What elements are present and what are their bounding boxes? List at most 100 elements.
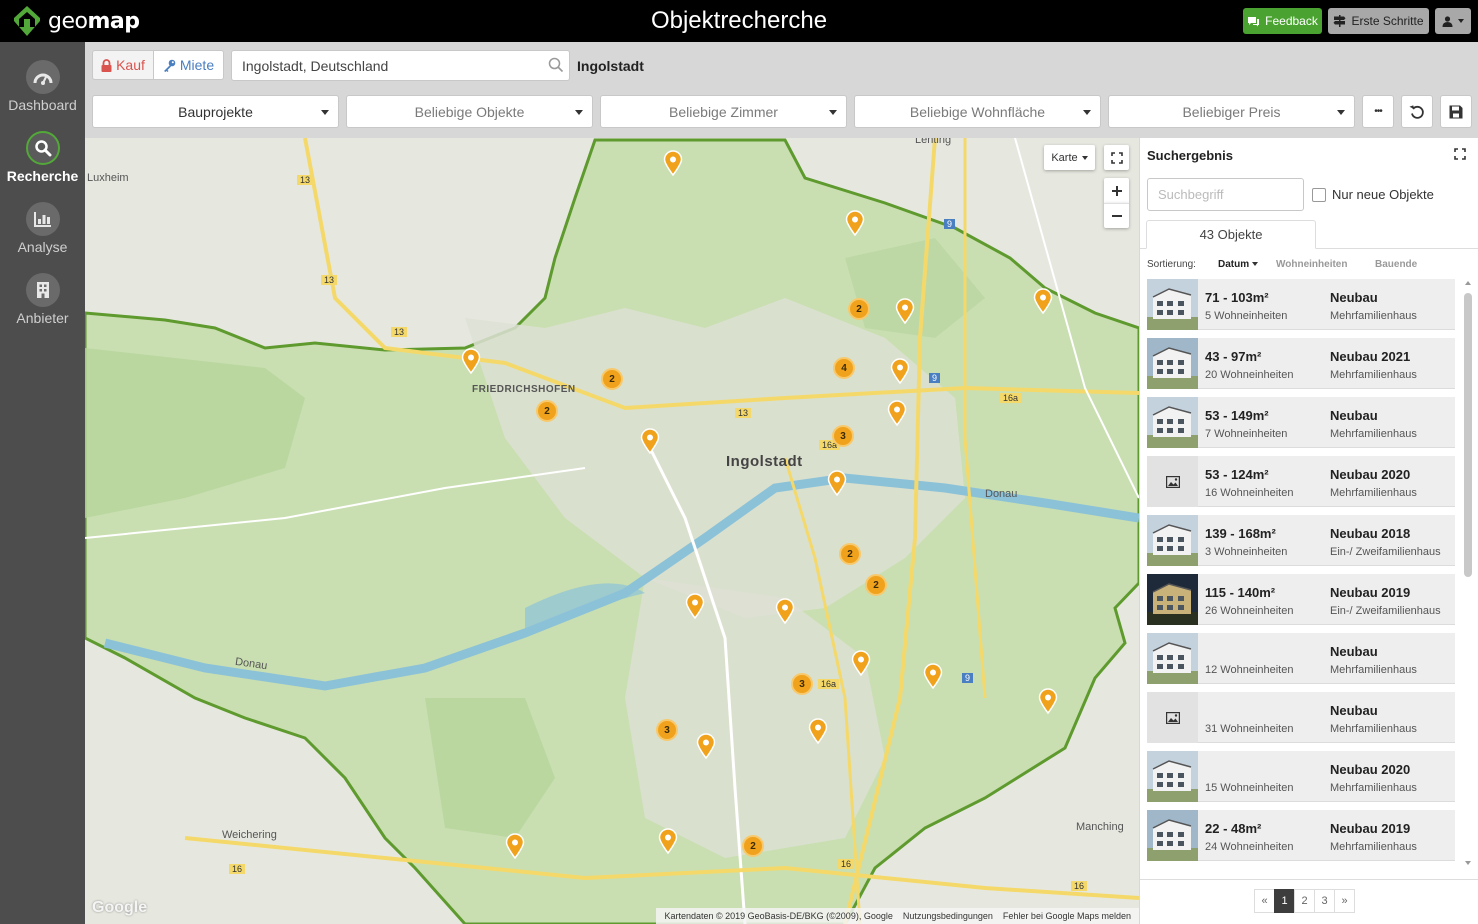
search-term-input[interactable]: [1147, 178, 1304, 211]
signpost-icon: [1333, 15, 1346, 27]
location-input[interactable]: [231, 50, 570, 81]
rooms-dropdown[interactable]: Beliebige Zimmer: [600, 95, 847, 128]
user-menu-button[interactable]: [1435, 8, 1471, 34]
map-pin-icon[interactable]: [505, 833, 525, 860]
map-pin-icon[interactable]: [685, 593, 705, 620]
result-area: 53 - 124m²: [1205, 467, 1269, 482]
zoom-in-button[interactable]: [1104, 178, 1129, 203]
map-cluster[interactable]: 2: [601, 368, 623, 390]
map-cluster[interactable]: 2: [865, 574, 887, 596]
object-type-dropdown[interactable]: Beliebige Objekte: [346, 95, 593, 128]
scroll-thumb[interactable]: [1464, 293, 1472, 577]
caret-down-icon: [1337, 110, 1345, 115]
scroll-down-icon[interactable]: [1465, 861, 1471, 865]
map-cluster[interactable]: 2: [742, 835, 764, 857]
map-cluster[interactable]: 2: [536, 400, 558, 422]
result-item[interactable]: 71 - 103m² 5 Wohneinheiten Neubau Mehrfamil…: [1147, 279, 1455, 330]
map-pin-icon[interactable]: [1038, 688, 1058, 715]
river-label-donau: Donau: [985, 488, 1018, 500]
page-prev-button[interactable]: «: [1254, 889, 1275, 913]
floppy-disk-icon: [1449, 105, 1463, 118]
map-pin-icon[interactable]: [827, 470, 847, 497]
living-area-dropdown[interactable]: Beliebige Wohnfläche: [854, 95, 1101, 128]
scroll-up-icon[interactable]: [1465, 281, 1471, 285]
new-only-checkbox[interactable]: [1312, 188, 1326, 202]
map-pin-icon[interactable]: [1033, 288, 1053, 315]
result-item[interactable]: 53 - 149m² 7 Wohneinheiten Neubau Mehrfamil…: [1147, 397, 1455, 448]
sidebar-item-label: Recherche: [6, 168, 79, 184]
map-pin-icon[interactable]: [461, 348, 481, 375]
price-dropdown[interactable]: Beliebiger Preis: [1108, 95, 1355, 128]
map-pin-icon[interactable]: [895, 298, 915, 325]
sidebar-item-recherche[interactable]: Recherche: [0, 121, 85, 185]
kauf-toggle[interactable]: Kauf: [92, 50, 154, 80]
map-cluster[interactable]: 2: [848, 298, 870, 320]
result-item[interactable]: 15 Wohneinheiten Neubau 2020 Mehrfamilienh…: [1147, 751, 1455, 802]
map-pin-icon[interactable]: [808, 718, 828, 745]
result-area: 43 - 97m²: [1205, 349, 1262, 364]
caret-down-icon: [1081, 155, 1088, 160]
page-button[interactable]: 1: [1274, 889, 1295, 913]
miete-toggle[interactable]: Miete: [154, 50, 224, 80]
road-shield: 9: [962, 673, 974, 683]
result-item[interactable]: 115 - 140m² 26 Wohneinheiten Neubau 2019 Ei…: [1147, 574, 1455, 625]
save-button[interactable]: [1440, 95, 1472, 128]
map-pin-icon[interactable]: [640, 428, 660, 455]
logo[interactable]: geomap: [12, 3, 140, 39]
first-steps-button[interactable]: Erste Schritte: [1328, 8, 1429, 34]
sort-option-units[interactable]: Wohneinheiten: [1276, 259, 1347, 270]
reset-button[interactable]: [1401, 95, 1433, 128]
page-button[interactable]: 3: [1314, 889, 1335, 913]
zoom-out-button[interactable]: [1104, 203, 1129, 228]
sort-option-date[interactable]: Datum: [1218, 259, 1259, 270]
place-label-weichering: Weichering: [222, 829, 277, 841]
map-pin-icon[interactable]: [851, 650, 871, 677]
map-pin-icon[interactable]: [696, 733, 716, 760]
expand-icon[interactable]: [1454, 148, 1466, 160]
result-item[interactable]: 139 - 168m² 3 Wohneinheiten Neubau 2018 Ein…: [1147, 515, 1455, 566]
map-pin-icon[interactable]: [658, 828, 678, 855]
page-button[interactable]: 2: [1294, 889, 1315, 913]
terms-link[interactable]: Nutzungsbedingungen: [903, 911, 993, 921]
sidebar-item-anbieter[interactable]: Anbieter: [0, 263, 85, 327]
building-photo: [1147, 279, 1198, 330]
report-error-link[interactable]: Fehler bei Google Maps melden: [1003, 911, 1131, 921]
result-units: 7 Wohneinheiten: [1205, 428, 1288, 440]
result-type: Mehrfamilienhaus: [1330, 782, 1417, 794]
map-pin-icon[interactable]: [845, 210, 865, 237]
result-units: 16 Wohneinheiten: [1205, 487, 1294, 499]
search-icon[interactable]: [548, 57, 564, 73]
sidebar-item-dashboard[interactable]: Dashboard: [0, 50, 85, 114]
map-cluster[interactable]: 2: [839, 543, 861, 565]
sidebar: Dashboard Recherche Analyse Anbieter: [0, 42, 85, 924]
result-item[interactable]: 43 - 97m² 20 Wohneinheiten Neubau 2021 Mehr…: [1147, 338, 1455, 389]
map-background: [85, 138, 1139, 924]
map-pin-icon[interactable]: [890, 358, 910, 385]
map-cluster[interactable]: 3: [656, 719, 678, 741]
map-pin-icon[interactable]: [663, 150, 683, 177]
map-cluster[interactable]: 3: [832, 425, 854, 447]
map-pin-icon[interactable]: [923, 663, 943, 690]
map[interactable]: Lenting Weichering Manching Luxheim Dona…: [85, 138, 1139, 924]
map-pin-icon[interactable]: [887, 400, 907, 427]
place-label-lenting: Lenting: [915, 138, 952, 146]
result-type: Mehrfamilienhaus: [1330, 369, 1417, 381]
page-next-button[interactable]: »: [1334, 889, 1355, 913]
map-type-dropdown[interactable]: Karte: [1044, 145, 1095, 170]
tab-objects[interactable]: 43 Objekte: [1146, 220, 1316, 249]
result-item[interactable]: 31 Wohneinheiten Neubau Mehrfamilienhaus: [1147, 692, 1455, 743]
map-pin-icon[interactable]: [775, 598, 795, 625]
map-cluster[interactable]: 4: [833, 357, 855, 379]
project-type-dropdown[interactable]: Bauprojekte: [92, 95, 339, 128]
image-placeholder-icon: [1147, 692, 1198, 743]
map-fullscreen-button[interactable]: [1104, 145, 1129, 170]
result-item[interactable]: 53 - 124m² 16 Wohneinheiten Neubau 2020 Meh…: [1147, 456, 1455, 507]
feedback-button[interactable]: Feedback: [1243, 8, 1322, 34]
sort-option-completion[interactable]: Bauende: [1375, 259, 1417, 270]
sidebar-item-analyse[interactable]: Analyse: [0, 192, 85, 256]
map-cluster[interactable]: 3: [791, 673, 813, 695]
more-options-button[interactable]: •••: [1362, 95, 1394, 128]
result-item[interactable]: 12 Wohneinheiten Neubau Mehrfamilienhaus: [1147, 633, 1455, 684]
result-list-scrollbar[interactable]: [1463, 279, 1473, 869]
result-item[interactable]: 22 - 48m² 24 Wohneinheiten Neubau 2019 Mehr…: [1147, 810, 1455, 861]
